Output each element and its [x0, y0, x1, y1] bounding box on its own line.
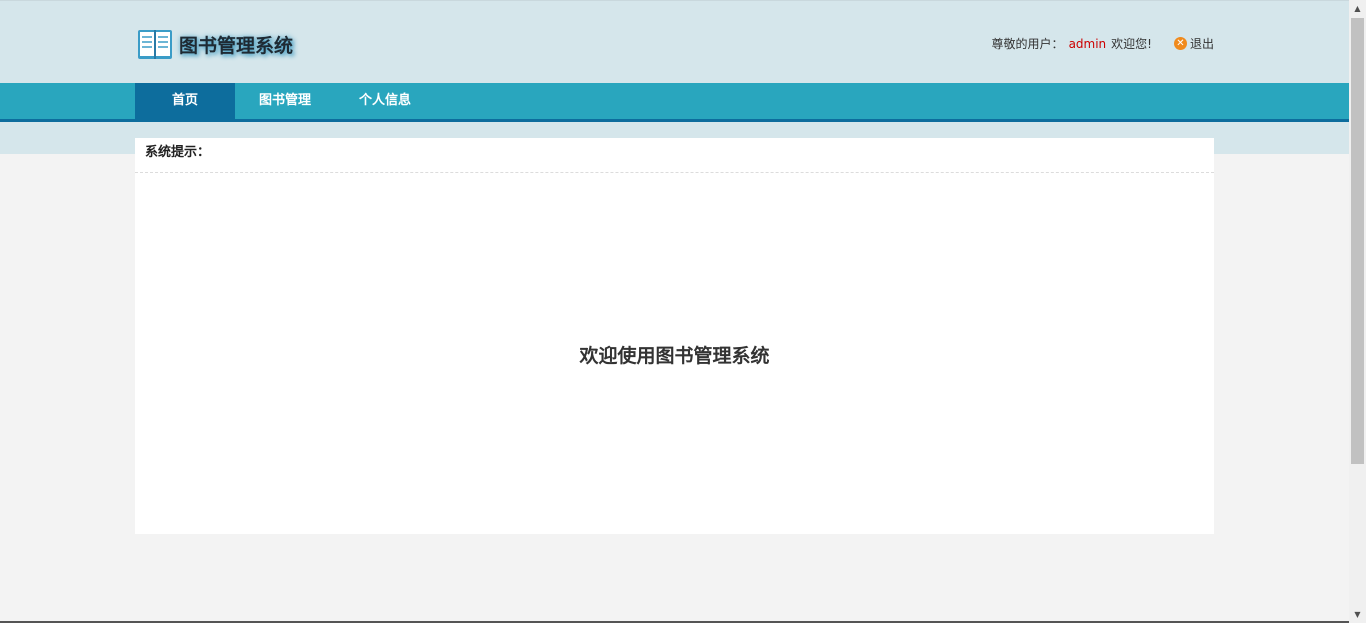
scroll-down-arrow-icon[interactable]: ▼	[1349, 606, 1366, 623]
nav-item-personal-info[interactable]: 个人信息	[335, 83, 435, 119]
user-area: 尊敬的用户： admin 欢迎您! ✕ 退出	[992, 35, 1214, 52]
logout-button[interactable]: ✕ 退出	[1173, 35, 1214, 52]
close-circle-icon: ✕	[1173, 37, 1187, 50]
app-title: 图书管理系统	[179, 34, 294, 57]
nav-bar: 首页 图书管理 个人信息	[0, 83, 1349, 122]
scroll-thumb[interactable]	[1351, 18, 1364, 464]
logout-label: 退出	[1189, 37, 1214, 51]
user-greeting-prefix: 尊敬的用户：	[991, 37, 1064, 51]
nav-item-home[interactable]: 首页	[135, 83, 235, 119]
page: 图书管理系统 尊敬的用户： admin 欢迎您! ✕ 退出 首页 图书管理 个人…	[0, 0, 1366, 623]
scroll-up-arrow-icon[interactable]: ▲	[1349, 0, 1366, 17]
user-name: admin	[1068, 36, 1107, 51]
panel-title: 系统提示：	[135, 138, 1214, 173]
welcome-message: 欢迎使用图书管理系统	[579, 345, 770, 367]
panel-body: 欢迎使用图书管理系统	[135, 173, 1214, 534]
nav-item-book-management[interactable]: 图书管理	[235, 83, 335, 119]
vertical-scrollbar[interactable]: ▲ ▼	[1349, 0, 1366, 623]
nav-items: 首页 图书管理 个人信息	[135, 83, 435, 119]
content-panel: 系统提示： 欢迎使用图书管理系统	[135, 138, 1214, 534]
logo: 图书管理系统	[137, 27, 293, 61]
user-greeting-suffix: 欢迎您!	[1111, 37, 1152, 51]
header: 图书管理系统 尊敬的用户： admin 欢迎您! ✕ 退出	[0, 0, 1349, 83]
book-icon	[138, 30, 172, 59]
